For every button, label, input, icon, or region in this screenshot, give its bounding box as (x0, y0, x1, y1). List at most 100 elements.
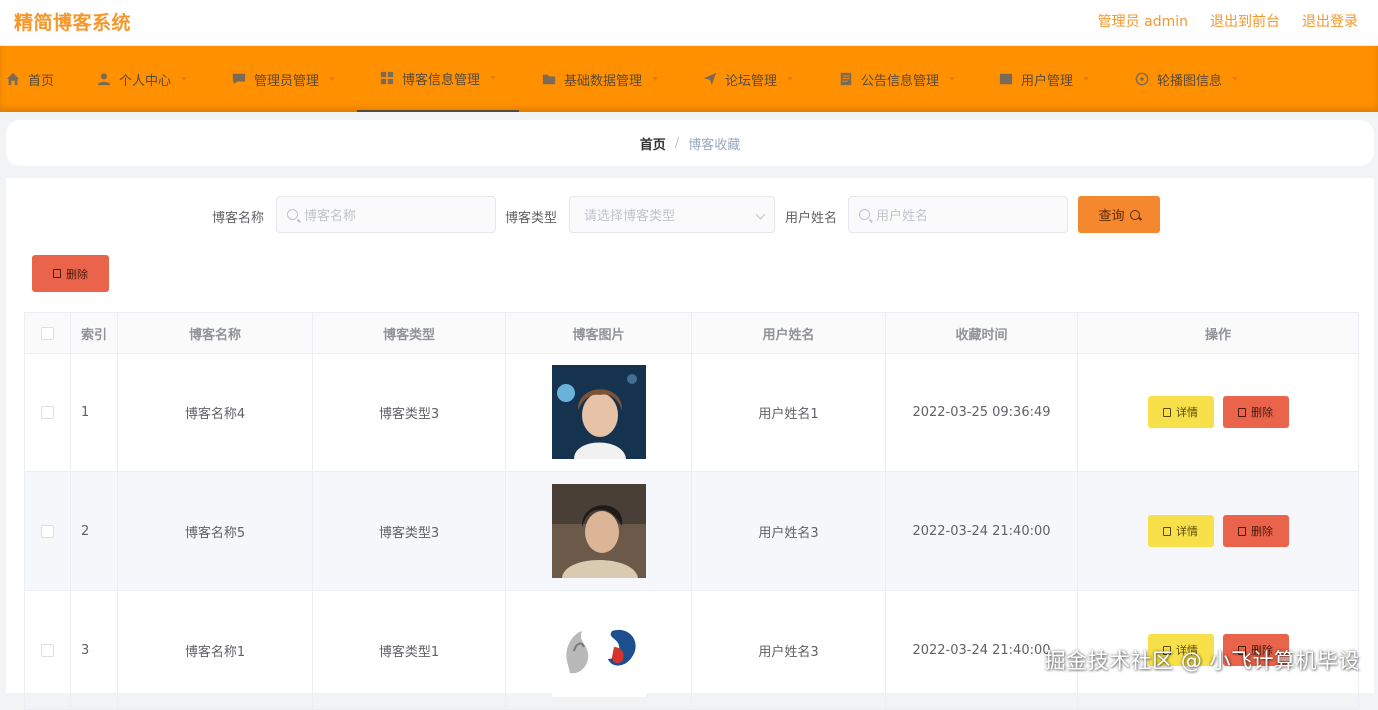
blog-name-placeholder: 博客名称 (304, 205, 356, 224)
detail-label: 详情 (1176, 404, 1198, 420)
row-fav-time: 2022-03-25 09:36:49 (886, 353, 1078, 471)
main-nav: 首页 个人中心 管理员管理 博客信息管理 基础数据管理 论坛管理 公告信息管理 … (0, 46, 1378, 112)
row-fav-time: 2022-03-24 21:40:00 (886, 472, 1078, 590)
chevron-down-icon (490, 76, 496, 80)
row-actions: 详情 删除 (1078, 472, 1358, 590)
content-panel: 博客名称 博客名称 博客类型 请选择博客类型 用户姓名 用户姓名 查询 删除 索… (6, 178, 1374, 693)
nav-item-users[interactable]: 用户管理 (999, 46, 1089, 112)
nav-item-blog[interactable]: 博客信息管理 (357, 46, 519, 112)
nav-item-label: 首页 (28, 70, 54, 89)
col-user-name: 用户姓名 (692, 313, 886, 353)
row-blog-name: 博客名称1 (118, 591, 313, 709)
nav-item-label: 公告信息管理 (861, 70, 939, 89)
select-all-checkbox[interactable] (41, 327, 54, 340)
image-icon (1135, 72, 1149, 86)
row-select-cell (25, 472, 71, 590)
nav-item-admins[interactable]: 管理员管理 (232, 46, 335, 112)
user-icon (97, 72, 111, 86)
chevron-down-icon (329, 77, 335, 81)
breadcrumb-home[interactable]: 首页 (640, 134, 666, 153)
top-links: 管理员 admin 退出到前台 退出登录 (1098, 11, 1358, 31)
row-index: 2 (71, 472, 118, 590)
front-link[interactable]: 退出到前台 (1210, 11, 1280, 31)
row-checkbox[interactable] (41, 406, 54, 419)
batch-delete-button[interactable]: 删除 (32, 255, 109, 292)
search-icon (859, 209, 870, 220)
detail-button[interactable]: 详情 (1148, 515, 1214, 547)
chevron-down-icon (949, 77, 955, 81)
user-name-input[interactable]: 用户姓名 (848, 196, 1068, 233)
row-select-cell (25, 591, 71, 709)
trash-icon (53, 269, 61, 278)
row-image-cell (506, 353, 692, 471)
row-user-name: 用户姓名3 (692, 472, 886, 590)
col-blog-image: 博客图片 (506, 313, 692, 353)
row-blog-type: 博客类型3 (313, 353, 506, 471)
row-user-name: 用户姓名1 (692, 353, 886, 471)
col-actions: 操作 (1078, 313, 1358, 353)
delete-button[interactable]: 删除 (1223, 515, 1289, 547)
col-index: 索引 (71, 313, 118, 353)
home-icon (6, 72, 20, 86)
nav-item-carousel[interactable]: 轮播图信息 (1135, 46, 1238, 112)
breadcrumb-current: 博客收藏 (688, 134, 740, 153)
doc-icon (1163, 408, 1171, 417)
chevron-down-icon (1232, 77, 1238, 81)
grid-icon (380, 71, 394, 85)
blog-thumbnail[interactable] (552, 603, 646, 697)
blog-type-placeholder: 请选择博客类型 (584, 205, 675, 224)
delete-label: 删除 (1251, 404, 1273, 420)
chevron-down-icon (181, 77, 187, 81)
blog-name-input[interactable]: 博客名称 (276, 196, 496, 233)
nav-item-notice[interactable]: 公告信息管理 (839, 46, 955, 112)
row-index: 1 (71, 353, 118, 471)
nav-item-label: 轮播图信息 (1157, 70, 1222, 89)
col-blog-name: 博客名称 (118, 313, 313, 353)
top-header: 精简博客系统 管理员 admin 退出到前台 退出登录 (0, 0, 1378, 46)
detail-button[interactable]: 详情 (1148, 396, 1214, 428)
admin-label[interactable]: 管理员 admin (1098, 11, 1188, 31)
table-header: 索引 博客名称 博客类型 博客图片 用户姓名 收藏时间 操作 (24, 312, 1359, 354)
trash-icon (1238, 408, 1246, 417)
nav-item-home[interactable]: 首页 (6, 46, 54, 112)
blog-thumbnail[interactable] (552, 484, 646, 578)
nav-item-label: 基础数据管理 (564, 70, 642, 89)
blog-type-label: 博客类型 (505, 207, 557, 226)
row-blog-name: 博客名称5 (118, 472, 313, 590)
chevron-down-icon (1083, 77, 1089, 81)
row-user-name: 用户姓名3 (692, 591, 886, 709)
batch-delete-label: 删除 (66, 266, 88, 282)
table-row: 1 博客名称4 博客类型3 用户姓名1 2022-03-25 09:36:49 (24, 353, 1359, 472)
row-blog-type: 博客类型1 (313, 591, 506, 709)
row-select-cell (25, 353, 71, 471)
blog-thumbnail[interactable] (552, 365, 646, 459)
table-row: 2 博客名称5 博客类型3 用户姓名3 2022-03-24 21:40:00 … (24, 472, 1359, 591)
row-blog-name: 博客名称4 (118, 353, 313, 471)
blog-type-select[interactable]: 请选择博客类型 (569, 196, 775, 233)
breadcrumb: 首页 / 博客收藏 (6, 120, 1374, 166)
col-blog-type: 博客类型 (313, 313, 506, 353)
nav-item-label: 博客信息管理 (402, 69, 480, 88)
nav-item-profile[interactable]: 个人中心 (97, 46, 187, 112)
send-icon (703, 72, 717, 86)
row-checkbox[interactable] (41, 525, 54, 538)
folder-icon (542, 72, 556, 86)
nav-item-label: 个人中心 (119, 70, 171, 89)
row-image-cell (506, 591, 692, 709)
user-name-label: 用户姓名 (785, 207, 837, 226)
delete-button[interactable]: 删除 (1223, 396, 1289, 428)
search-icon (1130, 210, 1140, 220)
blog-name-label: 博客名称 (212, 207, 264, 226)
query-button-label: 查询 (1098, 205, 1124, 224)
query-button[interactable]: 查询 (1078, 196, 1160, 233)
row-checkbox[interactable] (41, 644, 54, 657)
nav-item-basedata[interactable]: 基础数据管理 (542, 46, 658, 112)
select-all-cell (25, 313, 71, 353)
row-index: 3 (71, 591, 118, 709)
doc-icon (839, 72, 853, 86)
nav-item-forum[interactable]: 论坛管理 (703, 46, 793, 112)
user-name-placeholder: 用户姓名 (876, 205, 928, 224)
trash-icon (1238, 527, 1246, 536)
search-icon (287, 209, 298, 220)
logout-link[interactable]: 退出登录 (1302, 11, 1358, 31)
